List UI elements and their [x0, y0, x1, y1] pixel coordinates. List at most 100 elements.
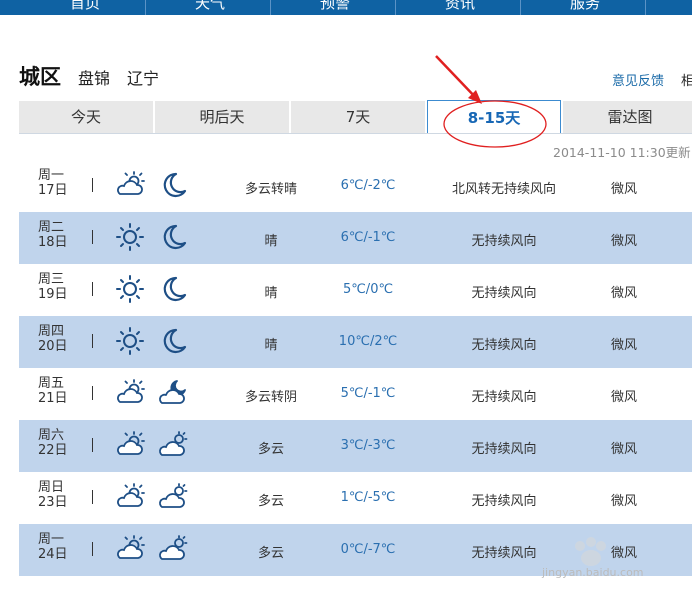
moon-icon	[157, 170, 189, 200]
wind-direction: 无持续风向	[471, 494, 537, 509]
wind-level: 微风	[610, 182, 637, 197]
wind-level: 微风	[610, 390, 637, 405]
sun-icon	[114, 222, 146, 252]
weekday: 周日	[38, 480, 65, 495]
table-row: 周一 17日 多云转晴 6℃/-2℃ 北风转无持续风向 微风	[19, 160, 692, 212]
date: 20日	[38, 339, 68, 354]
day-label: 周五 21日	[38, 376, 78, 406]
weekday: 周一	[38, 168, 65, 183]
divider	[92, 490, 93, 504]
tab-radar[interactable]: 雷达图	[563, 101, 692, 133]
weather-desc: 多云	[257, 494, 284, 509]
weather-desc: 晴	[264, 338, 278, 353]
nav-service[interactable]: 服务	[540, 0, 630, 15]
wind-level: 微风	[610, 338, 637, 353]
weekday: 周五	[38, 376, 65, 391]
weather-desc: 多云转阴	[244, 390, 297, 405]
divider	[92, 282, 93, 296]
partly-cloudy-icon	[114, 482, 146, 512]
truncated-link[interactable]: 相	[681, 70, 692, 89]
day-label: 周日 23日	[38, 480, 78, 510]
weather-desc: 多云	[257, 442, 284, 457]
temperature: 10℃/2℃	[338, 334, 398, 349]
table-row: 周六 22日 多云 3℃/-3℃ 无持续风向 微风	[19, 420, 692, 472]
nav-divider	[145, 0, 146, 15]
day-label: 周三 19日	[38, 272, 78, 302]
nav-weather[interactable]: 天气	[165, 0, 255, 15]
day-label: 周二 18日	[38, 220, 78, 250]
day-label: 周六 22日	[38, 428, 78, 458]
divider	[92, 178, 93, 192]
partly-cloudy-icon	[114, 430, 146, 460]
nav-news[interactable]: 资讯	[415, 0, 505, 15]
weekday: 周六	[38, 428, 65, 443]
nav-divider	[395, 0, 396, 15]
weather-desc: 多云转晴	[244, 182, 297, 197]
wind-level: 微风	[610, 286, 637, 301]
weather-desc: 晴	[264, 234, 278, 249]
table-row: 周三 19日 晴 5℃/0℃ 无持续风向 微风	[19, 264, 692, 316]
sun-icon	[114, 326, 146, 356]
top-navigation: 首页 天气 预警 资讯 服务	[0, 0, 692, 15]
cloud-sun-icon	[157, 430, 189, 460]
weather-desc: 晴	[264, 286, 278, 301]
partly-cloudy-icon	[114, 534, 146, 564]
annotation-circle	[443, 100, 547, 148]
weekday: 周四	[38, 324, 65, 339]
moon-icon	[157, 274, 189, 304]
wind-level: 微风	[610, 234, 637, 249]
nav-divider	[645, 0, 646, 15]
temperature: 5℃/0℃	[342, 282, 394, 297]
table-row: 周五 21日 多云转阴 5℃/-1℃ 无持续风向 微风	[19, 368, 692, 420]
partly-cloudy-icon	[114, 170, 146, 200]
day-label: 周一 17日	[38, 168, 78, 198]
temperature: 3℃/-3℃	[340, 438, 396, 453]
nav-warning[interactable]: 预警	[290, 0, 380, 15]
weekday: 周一	[38, 532, 65, 547]
temperature: 0℃/-7℃	[340, 542, 396, 557]
cloud-sun-icon	[157, 482, 189, 512]
day-label: 周四 20日	[38, 324, 78, 354]
tab-next-two-days[interactable]: 明后天	[155, 101, 289, 133]
temperature: 6℃/-1℃	[340, 230, 396, 245]
watermark-url: jingyan.baidu.com	[542, 566, 644, 579]
nav-home[interactable]: 首页	[40, 0, 130, 15]
date: 18日	[38, 235, 68, 250]
cloudy-night-icon	[157, 378, 189, 408]
weather-desc: 多云	[257, 546, 284, 561]
tab-today[interactable]: 今天	[19, 101, 153, 133]
date: 21日	[38, 391, 68, 406]
date: 22日	[38, 443, 68, 458]
wind-direction: 无持续风向	[471, 390, 537, 405]
partly-cloudy-icon	[114, 378, 146, 408]
city-name: 城区	[19, 65, 61, 89]
moon-icon	[157, 222, 189, 252]
wind-direction: 北风转无持续风向	[451, 182, 556, 197]
nav-divider	[520, 0, 521, 15]
baidu-watermark-icon	[575, 537, 606, 566]
divider	[92, 542, 93, 556]
date: 19日	[38, 287, 68, 302]
table-row: 周日 23日 多云 1℃/-5℃ 无持续风向 微风	[19, 472, 692, 524]
divider	[92, 438, 93, 452]
divider	[92, 386, 93, 400]
wind-direction: 无持续风向	[471, 442, 537, 457]
wind-direction: 无持续风向	[471, 338, 537, 353]
feedback-link[interactable]: 意见反馈	[612, 70, 664, 89]
divider	[92, 230, 93, 244]
divider	[92, 334, 93, 348]
date: 17日	[38, 183, 68, 198]
table-row: 周二 18日 晴 6℃/-1℃ 无持续风向 微风	[19, 212, 692, 264]
temperature: 1℃/-5℃	[340, 490, 396, 505]
day-label: 周一 24日	[38, 532, 78, 562]
table-row: 周四 20日 晴 10℃/2℃ 无持续风向 微风	[19, 316, 692, 368]
wind-direction: 无持续风向	[471, 286, 537, 301]
date: 23日	[38, 495, 68, 510]
cloud-sun-icon	[157, 534, 189, 564]
wind-level: 微风	[610, 494, 637, 509]
moon-icon	[157, 326, 189, 356]
province-name: 辽宁	[127, 69, 160, 88]
temperature: 6℃/-2℃	[340, 178, 396, 193]
wind-direction: 无持续风向	[471, 234, 537, 249]
tab-7-days[interactable]: 7天	[291, 101, 425, 133]
